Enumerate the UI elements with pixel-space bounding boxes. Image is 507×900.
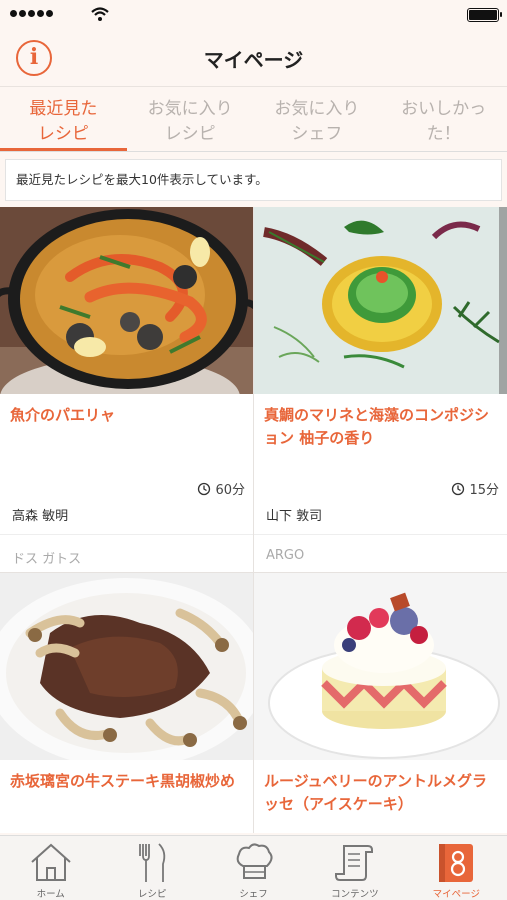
status-bar [0, 0, 507, 30]
tabbar-item-home[interactable]: ホーム [0, 836, 101, 900]
card-divider [0, 534, 253, 535]
tabbar-label: マイページ [432, 889, 480, 900]
recipe-card[interactable]: 魚介のパエリャ 60分 高森 敏明 ドス ガトス [0, 207, 253, 572]
tab-favorite-chefs[interactable]: お気に入り シェフ [254, 87, 381, 152]
recipe-image-beef-steak[interactable] [0, 573, 253, 760]
tabbar-label: レシピ [137, 889, 167, 900]
recipe-card[interactable]: 真鯛のマリネと海藻のコンポジション 柚子の香り 15分 山下 敦司 ARGO [254, 207, 507, 572]
tab-label: お気に入り [147, 99, 233, 119]
recipe-grid: 魚介のパエリャ 60分 高森 敏明 ドス ガトス 真鯛のマリネと海藻のコンポジシ… [0, 207, 507, 833]
cooking-time-value: 60分 [215, 483, 245, 498]
signal-strength-icon [10, 10, 53, 17]
recipe-title: 赤坂璃宮の牛ステーキ黒胡椒炒め [10, 772, 236, 790]
tabbar-item-mypage[interactable]: マイページ [406, 836, 507, 900]
tabbar-item-contents[interactable]: コンテンツ [304, 836, 405, 900]
chef-name: 高森 敏明 [12, 509, 69, 524]
tab-label: おいしかっ [401, 99, 487, 119]
restaurant-name: ARGO [266, 548, 305, 563]
cooking-time-value: 15分 [469, 483, 499, 498]
tabbar-item-recipe[interactable]: レシピ [101, 836, 202, 900]
tab-divider [0, 151, 507, 152]
chef-hat-icon [236, 843, 273, 879]
tabbar-item-chef[interactable]: シェフ [203, 836, 304, 900]
recipe-card[interactable]: ルージュベリーのアントルメグラッセ（アイスケーキ） [254, 573, 507, 833]
nav-bar: i マイページ [0, 30, 507, 86]
mypage-icon [439, 844, 474, 882]
tab-label: お気に入り [274, 99, 360, 119]
tab-label: レシピ [37, 124, 89, 144]
tab-label: た！ [426, 124, 461, 144]
segment-tabs: 最近見た レシピ お気に入り レシピ お気に入り シェフ おいしかっ た！ [0, 86, 507, 152]
cooking-time: 60分 [197, 479, 245, 498]
page-title: マイページ [203, 48, 304, 72]
scroll-icon [334, 845, 373, 881]
recipe-image-berry-cake[interactable] [254, 573, 507, 760]
cooking-time: 15分 [451, 479, 499, 498]
clock-icon [452, 482, 465, 495]
restaurant-name: ドス ガトス [12, 552, 82, 567]
recipe-image-paella[interactable] [0, 207, 253, 394]
tab-recently-viewed[interactable]: 最近見た レシピ [0, 87, 127, 152]
tab-favorite-recipes[interactable]: お気に入り レシピ [127, 87, 254, 152]
recipe-image-snapper[interactable] [254, 207, 507, 394]
notice-banner: 最近見たレシピを最大10件表示しています。 [5, 159, 502, 201]
recipe-card[interactable]: 赤坂璃宮の牛ステーキ黒胡椒炒め [0, 573, 253, 833]
tab-label: 最近見た [29, 99, 98, 119]
recipe-title: 真鯛のマリネと海藻のコンポジション 柚子の香り [264, 406, 490, 447]
battery-icon [467, 8, 502, 22]
home-icon [31, 843, 71, 881]
wifi-icon [91, 7, 109, 21]
tabbar-label: コンテンツ [331, 889, 379, 900]
chef-name: 山下 敦司 [266, 509, 323, 524]
tab-delicious[interactable]: おいしかっ た！ [380, 87, 507, 152]
recipe-title: ルージュベリーのアントルメグラッセ（アイスケーキ） [264, 772, 488, 813]
recipe-title: 魚介のパエリャ [10, 406, 116, 424]
tab-label: レシピ [164, 124, 216, 144]
tabbar-label: シェフ [239, 889, 268, 900]
clock-icon [198, 482, 211, 495]
tab-label: シェフ [291, 124, 343, 144]
tabbar-label: ホーム [36, 889, 65, 900]
bottom-tab-bar: ホーム レシピ シェフ コンテンツ マイページ [0, 835, 507, 900]
card-divider [254, 534, 507, 535]
fork-knife-icon [139, 843, 166, 882]
